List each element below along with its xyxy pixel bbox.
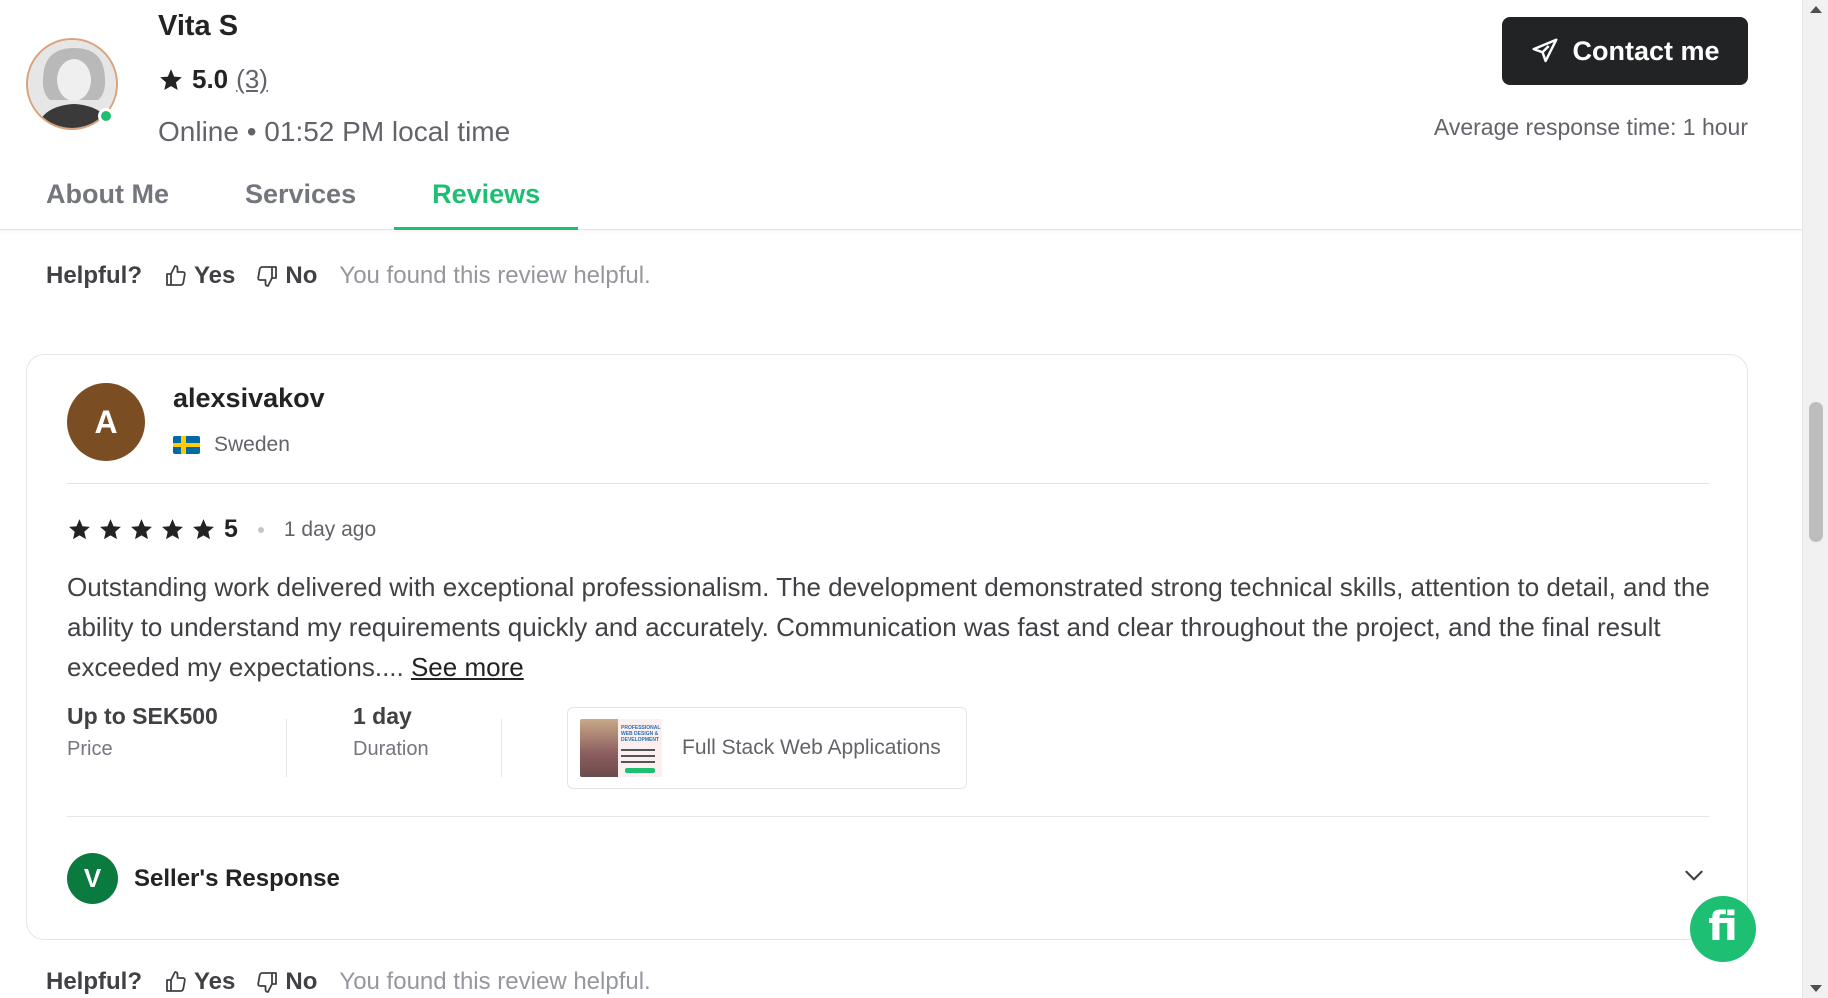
contact-me-label: Contact me — [1572, 35, 1720, 66]
seller-status: Online • 01:52 PM local time — [158, 116, 511, 147]
duration-value: 1 day — [353, 703, 412, 729]
thumbs-down-icon — [257, 972, 278, 993]
scroll-up-arrow-icon[interactable] — [1810, 6, 1822, 13]
fiverr-logo-glyph: fi — [1708, 904, 1738, 950]
scroll-down-arrow-icon[interactable] — [1810, 985, 1822, 992]
gig-thumbnail: PROFESSIONAL WEB DESIGN & DEVELOPMENT — [580, 719, 662, 777]
vertical-scrollbar[interactable] — [1802, 0, 1828, 998]
scrollbar-thumb[interactable] — [1809, 402, 1823, 542]
gig-thumbnail-photo — [580, 719, 618, 777]
divider — [286, 719, 287, 777]
country-name: Sweden — [214, 433, 290, 456]
review-card: A alexsivakov Sweden 5 1 day ago Outstan… — [26, 354, 1748, 940]
seller-response-avatar: V — [67, 853, 118, 904]
helpful-feedback-note: You found this review helpful. — [339, 262, 651, 289]
reviewer-avatar: A — [67, 383, 145, 461]
reviewer-name: alexsivakov — [173, 383, 325, 413]
average-response-time: Average response time: 1 hour — [1433, 114, 1748, 140]
price-info: Up to SEK500 Price — [67, 703, 218, 761]
seller-name[interactable]: Vita S — [158, 10, 238, 43]
helpful-label: Helpful? — [46, 968, 142, 995]
gig-thumbnail-text: PROFESSIONAL WEB DESIGN & DEVELOPMENT — [621, 725, 661, 743]
helpful-label: Helpful? — [46, 262, 142, 289]
seller-avatar[interactable] — [26, 38, 118, 130]
helpful-yes-button[interactable]: Yes — [164, 262, 235, 290]
gig-thumbnail-button — [625, 768, 655, 773]
review-rating: 5 1 day ago — [67, 515, 376, 544]
divider — [67, 483, 1709, 484]
profile-tabs: About Me Services Reviews — [0, 170, 579, 230]
thumbs-down-icon — [257, 266, 278, 287]
star-icon — [69, 519, 90, 540]
rating-value: 5.0 — [192, 64, 229, 94]
review-body: Outstanding work delivered with exceptio… — [67, 572, 1710, 682]
gig-title: Full Stack Web Applications — [682, 736, 941, 759]
gig-thumbnail-line — [621, 755, 655, 757]
chevron-down-icon[interactable] — [1681, 862, 1707, 888]
price-label: Price — [67, 738, 113, 760]
review-text: Outstanding work delivered with exceptio… — [67, 567, 1717, 687]
helpful-row-previous: Helpful? Yes No You found this review he… — [46, 262, 651, 290]
online-status-dot — [98, 108, 114, 124]
helpful-no-label: No — [285, 968, 318, 995]
review-score: 5 — [224, 515, 238, 543]
gig-link-card[interactable]: PROFESSIONAL WEB DESIGN & DEVELOPMENT Fu… — [567, 707, 967, 789]
star-icon — [160, 68, 182, 90]
helpful-no-label: No — [285, 262, 318, 289]
separator-dot — [257, 526, 264, 533]
divider — [67, 816, 1709, 817]
helpful-yes-label: Yes — [194, 262, 236, 289]
price-value: Up to SEK500 — [67, 703, 218, 729]
gig-thumbnail-line — [621, 749, 655, 751]
helpful-no-button[interactable]: No — [255, 968, 317, 996]
divider — [501, 719, 502, 777]
gig-thumbnail-line — [621, 761, 655, 763]
duration-info: 1 day Duration — [353, 703, 429, 761]
seller-header: Vita S 5.0 (3) Online • 01:52 PM local t… — [0, 0, 1802, 230]
fiverr-logo-icon[interactable]: fi — [1690, 896, 1756, 962]
tab-services[interactable]: Services — [207, 170, 394, 230]
star-icon — [131, 519, 152, 540]
star-icon — [100, 519, 121, 540]
star-icon — [162, 519, 183, 540]
page-viewport: Vita S 5.0 (3) Online • 01:52 PM local t… — [0, 0, 1802, 998]
contact-me-button[interactable]: Contact me — [1502, 17, 1748, 85]
helpful-yes-label: Yes — [194, 968, 236, 995]
sweden-flag-icon — [173, 436, 200, 454]
see-more-link[interactable]: See more — [411, 652, 524, 682]
helpful-feedback-note: You found this review helpful. — [339, 968, 651, 995]
thumbs-up-icon — [166, 265, 186, 286]
review-time-ago: 1 day ago — [283, 517, 377, 541]
star-icon — [193, 519, 214, 540]
duration-label: Duration — [353, 738, 429, 760]
tab-reviews[interactable]: Reviews — [394, 170, 579, 230]
paper-plane-icon — [1532, 38, 1558, 63]
reviewer-country: Sweden — [173, 433, 290, 457]
tab-about-me[interactable]: About Me — [0, 170, 207, 230]
rating-count-link[interactable]: (3) — [236, 64, 268, 95]
helpful-yes-button[interactable]: Yes — [164, 968, 235, 996]
thumbs-up-icon — [166, 971, 186, 992]
seller-response-toggle[interactable]: V Seller's Response — [67, 853, 340, 904]
helpful-row: Helpful? Yes No You found this review he… — [46, 968, 651, 996]
helpful-no-button[interactable]: No — [255, 262, 317, 290]
seller-rating: 5.0 (3) — [158, 64, 268, 95]
seller-response-label: Seller's Response — [134, 864, 340, 892]
